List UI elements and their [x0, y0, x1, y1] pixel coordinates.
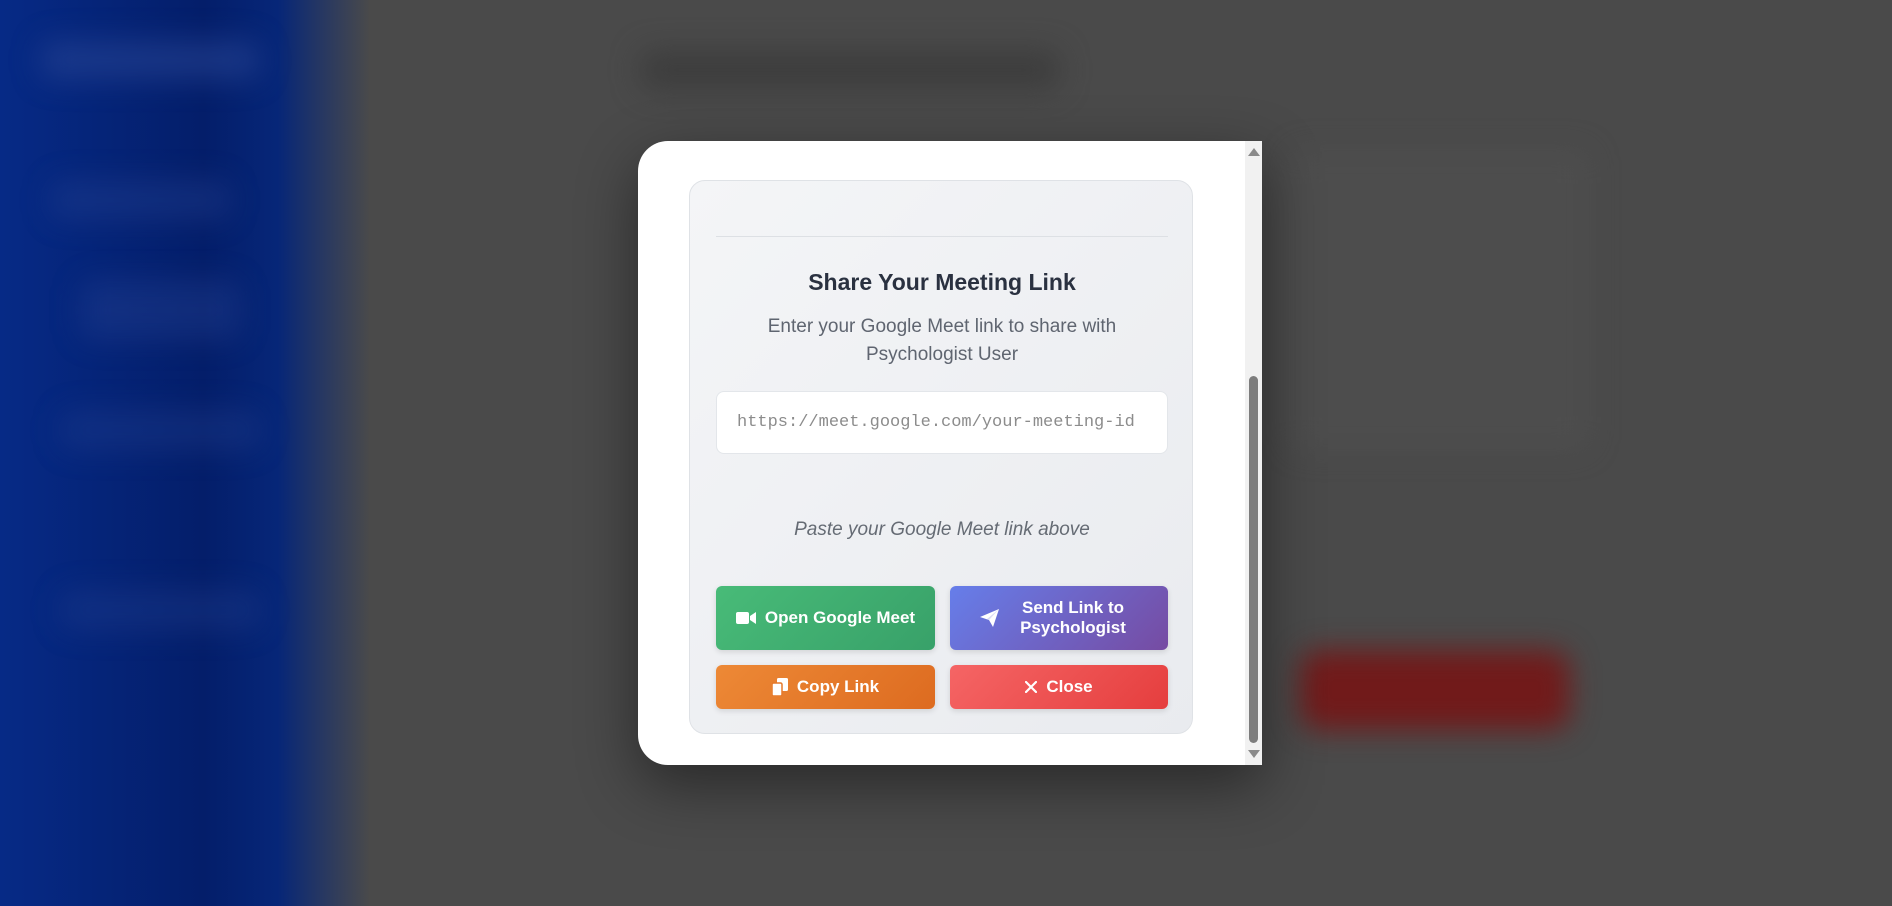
copy-link-label: Copy Link: [796, 677, 880, 696]
video-camera-icon: [735, 611, 756, 625]
background-sidebar: [0, 0, 370, 906]
close-button[interactable]: Close: [950, 665, 1168, 709]
divider: [716, 236, 1168, 237]
background-panel: [1290, 150, 1590, 450]
copy-icon: [771, 678, 788, 696]
open-google-meet-label: Open Google Meet: [764, 608, 916, 627]
background-nav-item: [50, 180, 230, 220]
send-link-to-psychologist-button[interactable]: Send Link to Psychologist: [950, 586, 1168, 650]
copy-link-button[interactable]: Copy Link: [716, 665, 935, 709]
background-logo: [40, 40, 260, 80]
background-nav-item: [60, 410, 260, 450]
background-nav-item: [60, 590, 260, 630]
background-heading: [640, 50, 1060, 90]
close-label: Close: [1046, 677, 1093, 696]
background-nav-item: [80, 280, 240, 340]
modal-subtitle: Enter your Google Meet link to share wit…: [767, 316, 1117, 365]
meeting-link-input[interactable]: [716, 391, 1168, 454]
modal-title: Share Your Meeting Link: [808, 269, 1076, 295]
open-google-meet-button[interactable]: Open Google Meet: [716, 586, 935, 650]
paste-hint: Paste your Google Meet link above: [794, 519, 1090, 540]
meeting-link-modal: Share Your Meeting Link Enter your Googl…: [638, 141, 1262, 765]
send-link-label: Send Link to Psychologist: [1020, 598, 1126, 637]
background-button: [1300, 650, 1570, 730]
close-icon: [1025, 681, 1038, 693]
scroll-thumb[interactable]: [1249, 376, 1258, 743]
scroll-up-arrow-icon[interactable]: [1248, 148, 1260, 156]
modal-scrollbar[interactable]: [1245, 141, 1262, 765]
meeting-link-card: Share Your Meeting Link Enter your Googl…: [689, 180, 1193, 734]
paper-plane-icon: [980, 609, 999, 627]
scroll-down-arrow-icon[interactable]: [1248, 750, 1260, 758]
